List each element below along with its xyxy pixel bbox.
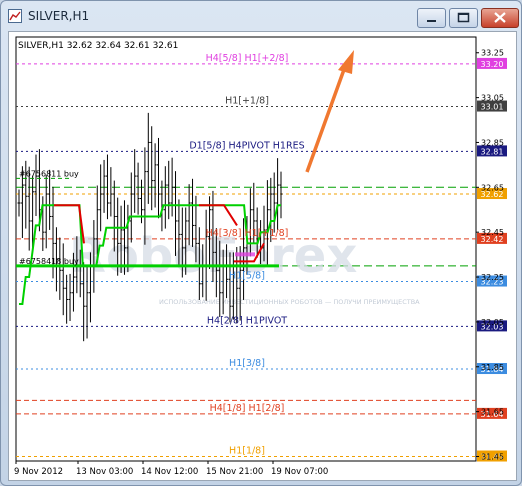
x-tick-label-1: 13 Nov 03:00 bbox=[76, 467, 133, 477]
level-label-1: H1[+1/8] bbox=[225, 96, 269, 107]
y-axis: 33.2033.0132.8132.6232.4232.2332.0331.84… bbox=[476, 49, 507, 462]
chart-app-icon bbox=[8, 9, 22, 23]
price-badge-text-0: 33.20 bbox=[481, 60, 504, 69]
y-tick-label-5: 32.25 bbox=[481, 273, 504, 282]
y-tick-label-2: 32.85 bbox=[481, 138, 504, 147]
magenta-marker bbox=[235, 252, 255, 257]
y-tick-label-6: 32.05 bbox=[481, 318, 504, 327]
price-badge-text-1: 33.01 bbox=[481, 103, 504, 112]
minimize-button[interactable] bbox=[417, 8, 446, 28]
minimize-icon bbox=[427, 20, 436, 22]
level-label-9: H1[3/8] bbox=[229, 358, 265, 369]
x-tick-label-0: 9 Nov 2012 bbox=[14, 467, 63, 477]
maximize-icon bbox=[457, 12, 470, 23]
chart-header: SILVER,H1 32.62 32.64 32.61 32.61 bbox=[18, 41, 178, 51]
chart-window: SILVER,H1 RoboForex ИСПОЛЬЗОВАНИЕ ИНВЕСТ… bbox=[0, 0, 522, 486]
level-label-2: D1[5/8] H4PIVOT H1RES bbox=[189, 140, 304, 151]
x-tick-label-4: 19 Nov 07:00 bbox=[271, 467, 328, 477]
price-chart[interactable]: RoboForex ИСПОЛЬЗОВАНИЕ ИНВЕСТИЦИОННЫХ Р… bbox=[9, 32, 516, 480]
y-tick-label-1: 33.05 bbox=[481, 94, 504, 103]
order-label-0: #6756811 buy bbox=[19, 169, 79, 178]
x-tick-label-3: 15 Nov 21:00 bbox=[206, 467, 263, 477]
price-badge-text-2: 32.81 bbox=[481, 147, 504, 156]
close-button[interactable] bbox=[481, 8, 519, 28]
y-tick-label-9: 31.45 bbox=[481, 453, 504, 462]
y-tick-label-0: 33.25 bbox=[481, 49, 504, 58]
level-label-11: H4[1/8] H1[2/8] bbox=[210, 403, 285, 414]
order-label-1: #6758418 buy bbox=[19, 257, 79, 266]
chart-area[interactable]: RoboForex ИСПОЛЬЗОВАНИЕ ИНВЕСТИЦИОННЫХ Р… bbox=[8, 31, 517, 481]
level-label-0: H4[5/8] H1[+2/8] bbox=[206, 53, 289, 64]
x-tick-label-2: 14 Nov 12:00 bbox=[141, 467, 198, 477]
x-axis: 9 Nov 2012 13 Nov 03:00 14 Nov 12:00 15 Nov… bbox=[14, 461, 328, 477]
watermark-subtitle: ИСПОЛЬЗОВАНИЕ ИНВЕСТИЦИОННЫХ РОБОТОВ — П… bbox=[159, 298, 420, 306]
y-tick-label-7: 31.85 bbox=[481, 363, 504, 372]
y-tick-label-4: 32.45 bbox=[481, 228, 504, 237]
y-tick-label-8: 31.65 bbox=[481, 408, 504, 417]
level-label-5: H4[3/8] H1[+1/8] bbox=[206, 228, 289, 239]
close-icon bbox=[494, 12, 506, 23]
y-tick-label-3: 32.65 bbox=[481, 183, 504, 192]
level-label-12: H1[1/8] bbox=[229, 446, 265, 457]
title-bar[interactable]: SILVER,H1 bbox=[1, 1, 521, 31]
maximize-button[interactable] bbox=[449, 8, 478, 28]
level-label-7: H1[5/8] bbox=[229, 271, 265, 282]
level-label-8: H4[2/8] H1PIVOT bbox=[207, 315, 287, 326]
window-title: SILVER,H1 bbox=[28, 9, 90, 23]
